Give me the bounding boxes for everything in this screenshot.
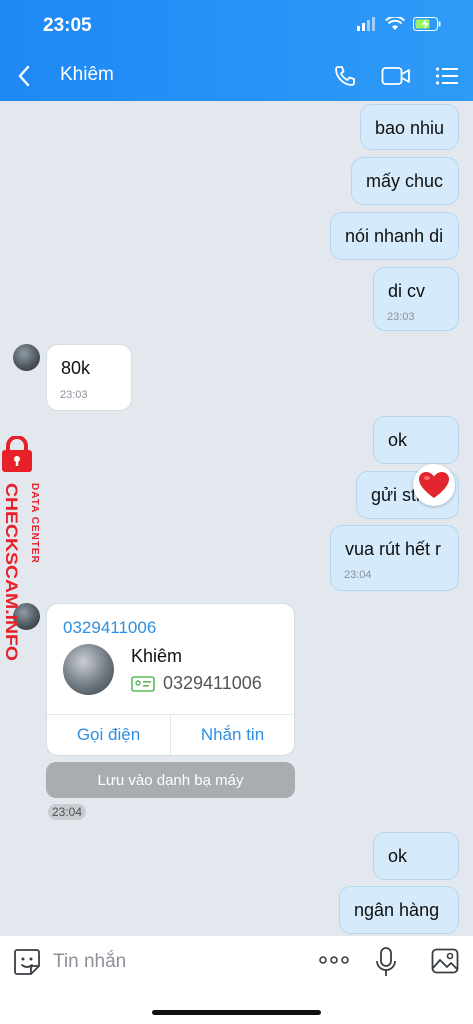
save-to-contacts-button[interactable]: Lưu vào danh bạ máy	[46, 762, 295, 798]
sticker-icon[interactable]	[13, 948, 41, 976]
message-outgoing[interactable]: di cv 23:03	[373, 267, 459, 331]
message-list[interactable]: bao nhiu mấy chuc nói nhanh di di cv 23:…	[0, 101, 473, 935]
menu-list-icon[interactable]	[435, 66, 459, 86]
message-time: 23:04	[344, 569, 372, 581]
back-chevron-icon[interactable]	[14, 62, 36, 90]
contact-card-name: Khiêm	[131, 646, 183, 666]
sender-avatar[interactable]	[13, 344, 40, 371]
id-card-icon	[131, 675, 155, 692]
message-outgoing[interactable]: bao nhiu	[360, 104, 459, 150]
contact-card-phone-header[interactable]: 0329411006	[63, 618, 156, 638]
chat-header: 23:05 Khiêm	[0, 0, 473, 101]
watermark-title: CHECKSCAM.INFO	[2, 483, 21, 661]
contact-name-title[interactable]: Khiêm	[60, 64, 114, 86]
phone-call-icon[interactable]	[333, 64, 357, 88]
message-outgoing[interactable]: ok	[373, 832, 459, 880]
status-icons	[357, 17, 441, 31]
message-composer: Tin nhắn	[0, 935, 473, 1024]
more-options-icon[interactable]	[319, 950, 349, 970]
battery-icon	[413, 17, 441, 31]
message-text: ok	[388, 846, 408, 866]
message-time: 23:03	[387, 311, 415, 323]
checkscam-watermark: DATA CENTER CHECKSCAM.INFO	[0, 435, 56, 666]
home-indicator	[152, 1010, 321, 1015]
call-button[interactable]: Gọi điện	[47, 715, 171, 755]
heart-reaction-icon[interactable]	[413, 464, 455, 506]
message-text: ngân hàng	[354, 900, 440, 920]
message-input[interactable]: Tin nhắn	[53, 951, 126, 973]
watermark-subtitle: DATA CENTER	[29, 483, 40, 564]
message-outgoing[interactable]: vua rút hết r 23:04	[330, 525, 459, 591]
message-outgoing[interactable]: nói nhanh di	[330, 212, 459, 260]
contact-card[interactable]: 0329411006 Khiêm 0329411006 Gọi điện Nhắ…	[46, 603, 295, 756]
contact-card-id-row: 0329411006	[131, 673, 262, 694]
message-time: 23:04	[48, 804, 87, 820]
message-text: bao nhiu	[375, 118, 445, 138]
send-message-button[interactable]: Nhắn tin	[171, 715, 294, 755]
message-text: 80k	[61, 358, 91, 378]
video-call-icon[interactable]	[381, 65, 411, 87]
message-time: 23:03	[60, 389, 88, 401]
message-text: ok	[388, 430, 408, 450]
message-outgoing[interactable]: mấy chuc	[351, 157, 459, 205]
message-text: mấy chuc	[366, 171, 444, 191]
wifi-icon	[385, 17, 405, 30]
message-text: di cv	[388, 281, 426, 301]
microphone-icon[interactable]	[375, 946, 397, 978]
contact-card-avatar	[63, 644, 114, 695]
image-gallery-icon[interactable]	[431, 948, 459, 974]
contact-card-phone: 0329411006	[163, 673, 262, 693]
message-text: nói nhanh di	[345, 226, 444, 246]
status-time: 23:05	[43, 15, 92, 36]
message-text: vua rút hết r	[345, 539, 442, 559]
message-incoming[interactable]: 80k 23:03	[46, 344, 132, 411]
message-outgoing[interactable]: ngân hàng	[339, 886, 459, 934]
signal-icon	[357, 17, 375, 31]
message-outgoing[interactable]: ok	[373, 416, 459, 464]
